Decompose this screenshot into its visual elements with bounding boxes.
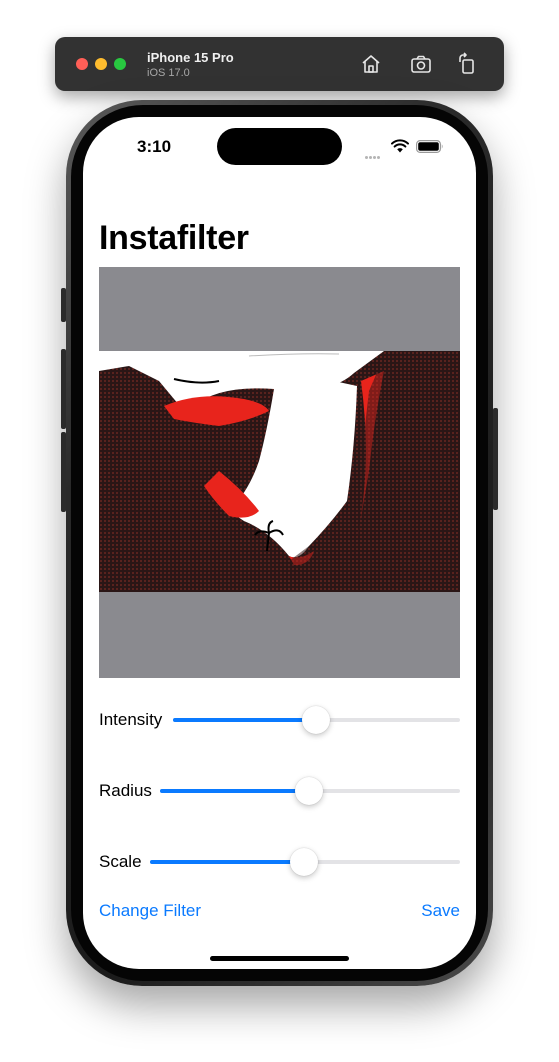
change-filter-button[interactable]: Change Filter (99, 901, 201, 921)
rotate-icon[interactable] (455, 52, 479, 76)
radius-slider[interactable] (160, 777, 460, 805)
page-title: Instafilter (99, 219, 249, 257)
power-button (493, 408, 498, 510)
minimize-window-button[interactable] (95, 58, 107, 70)
intensity-slider[interactable] (173, 706, 460, 734)
scale-slider[interactable] (150, 848, 460, 876)
radius-control: Radius (99, 776, 460, 806)
intensity-slider-fill (173, 718, 316, 722)
scale-label: Scale (99, 852, 142, 871)
home-icon[interactable] (359, 52, 383, 76)
filtered-photo (99, 351, 460, 592)
radius-label: Radius (99, 781, 152, 800)
intensity-control: Intensity (99, 705, 460, 735)
home-indicator[interactable] (210, 956, 349, 961)
image-preview[interactable] (99, 267, 460, 678)
status-time: 3:10 (137, 137, 172, 156)
close-window-button[interactable] (76, 58, 88, 70)
screenshot-icon[interactable] (409, 52, 433, 76)
cellular-signal-icon (365, 146, 385, 159)
radius-slider-thumb[interactable] (295, 777, 323, 805)
device-name: iPhone 15 Pro (147, 50, 234, 65)
battery-icon (416, 140, 443, 153)
simulator-window: iPhone 15 Pro iOS 17.0 3:10 Instafilter … (0, 0, 559, 1062)
save-button[interactable]: Save (421, 901, 460, 921)
intensity-label: Intensity (99, 710, 163, 729)
zoom-window-button[interactable] (114, 58, 126, 70)
device-screen: 3:10 Instafilter Intensity Radius Scale … (83, 117, 476, 969)
radius-slider-fill (160, 789, 309, 793)
scale-slider-thumb[interactable] (290, 848, 318, 876)
os-version: iOS 17.0 (147, 67, 190, 79)
dynamic-island (217, 128, 342, 165)
wifi-icon (391, 139, 409, 153)
intensity-slider-thumb[interactable] (302, 706, 330, 734)
scale-control: Scale (99, 847, 460, 877)
simulator-toolbar: iPhone 15 Pro iOS 17.0 (55, 37, 504, 91)
scale-slider-fill (150, 860, 304, 864)
